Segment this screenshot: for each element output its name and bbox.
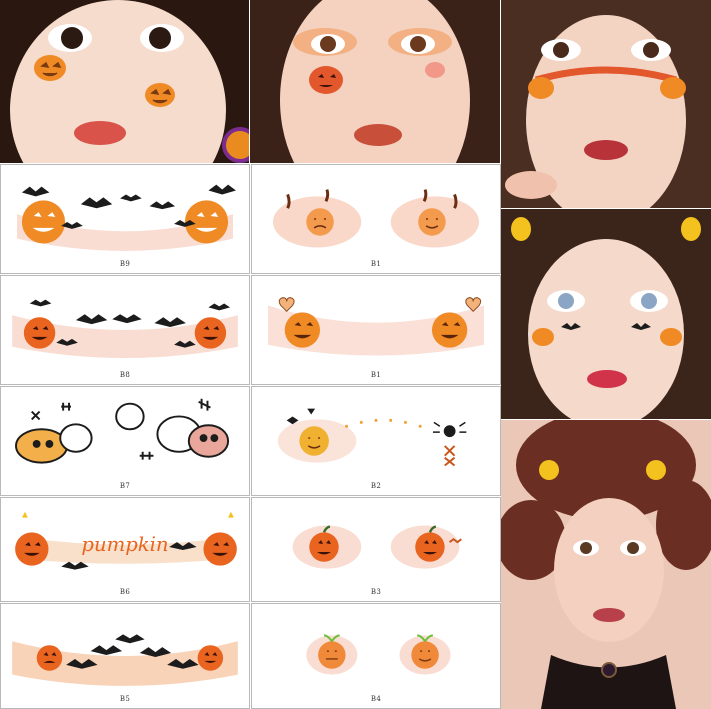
pumpkin-lettering-band: pumpkin bbox=[15, 511, 237, 570]
pumpkin-sticker-right bbox=[145, 83, 175, 107]
pumpkins-with-hearts bbox=[268, 297, 484, 356]
pumpkin-sticker-left bbox=[309, 66, 343, 94]
sticker-card: B8 bbox=[0, 275, 250, 385]
photo-halloween-portrait bbox=[501, 420, 711, 709]
photo-pumpkin-cheeks bbox=[0, 0, 249, 163]
small-pumpkins-with-leaves bbox=[272, 189, 480, 248]
sticker-code: B3 bbox=[370, 588, 382, 596]
pumpkins-with-bats-band bbox=[12, 634, 238, 686]
photo-pumpkin-word-band bbox=[501, 0, 711, 208]
sticker-card: pumpkin B6 bbox=[0, 497, 250, 602]
pumpkins-with-bats bbox=[17, 184, 236, 251]
pumpkin-and-spider-dots bbox=[277, 408, 467, 467]
pumpkin-sticker-left bbox=[34, 55, 66, 81]
mini-pumpkins bbox=[306, 634, 451, 675]
sticker-code: B4 bbox=[370, 695, 382, 703]
sticker-code: B5 bbox=[119, 695, 131, 703]
sticker-code: B1 bbox=[370, 371, 382, 379]
sticker-card: B9 bbox=[0, 164, 250, 274]
face-illustration bbox=[501, 420, 711, 709]
sticker-code: B6 bbox=[119, 588, 131, 596]
face-illustration bbox=[501, 0, 711, 208]
face-illustration bbox=[501, 209, 711, 419]
pumpkins-with-bat-row bbox=[12, 299, 238, 358]
face-illustration bbox=[0, 0, 249, 163]
sticker-code: B1 bbox=[370, 260, 382, 268]
sticker-card: B3 bbox=[251, 497, 501, 602]
sticker-code: B2 bbox=[370, 482, 382, 490]
photo-bat-pumpkin-makeup bbox=[501, 209, 711, 419]
band-lettering: pumpkin bbox=[81, 533, 168, 556]
sticker-card: B4 bbox=[251, 603, 501, 709]
sticker-code: B8 bbox=[119, 371, 131, 379]
photo-pumpkin-eyes bbox=[250, 0, 500, 163]
sticker-card: B7 bbox=[0, 386, 250, 496]
simple-pumpkins bbox=[292, 525, 462, 569]
sticker-code: B9 bbox=[119, 260, 131, 268]
sticker-card: B1 bbox=[251, 275, 501, 385]
face-illustration bbox=[250, 0, 500, 163]
sticker-card: B2 bbox=[251, 386, 501, 496]
sticker-card: B1 bbox=[251, 164, 501, 274]
sticker-code: B7 bbox=[119, 482, 131, 490]
sticker-card: B5 bbox=[0, 603, 250, 709]
doodle-skulls-and-stitches bbox=[15, 398, 230, 464]
